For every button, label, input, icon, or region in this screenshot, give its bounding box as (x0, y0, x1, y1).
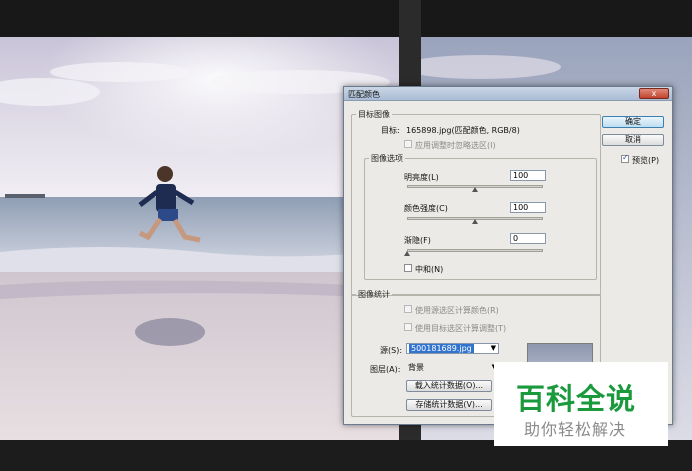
cancel-button[interactable]: 取消 (602, 134, 664, 146)
neutralize-label: 中和(N) (415, 265, 444, 274)
source-dropdown-value: 500181689.jpg (409, 344, 474, 353)
layer-dropdown-value: 背景 (408, 363, 424, 372)
color-intensity-slider[interactable] (407, 216, 543, 224)
use-source-selection-label: 使用源选区计算颜色(R) (415, 306, 499, 315)
fade-slider-track (407, 249, 543, 252)
fade-input[interactable]: 0 (510, 233, 546, 244)
save-statistics-button[interactable]: 存储统计数据(V)... (406, 399, 492, 411)
watermark-subtitle: 助你轻松解决 (524, 420, 627, 439)
image-statistics-legend: 图像统计 (358, 290, 390, 299)
layer-label: 图层(A): (370, 365, 401, 374)
luminance-input[interactable]: 100 (510, 170, 546, 181)
fade-slider[interactable] (404, 248, 543, 256)
layer-dropdown[interactable]: 背景 ▼ (406, 363, 499, 374)
ignore-selection-label: 应用调整时忽略选区(I) (415, 141, 496, 150)
fade-label: 渐隐(F) (404, 236, 431, 245)
ignore-selection-checkbox[interactable] (404, 140, 412, 148)
close-icon[interactable]: x (639, 88, 669, 99)
target-document-canvas[interactable] (0, 37, 399, 440)
color-intensity-slider-thumb[interactable] (472, 219, 478, 224)
target-label: 目标: (381, 126, 400, 135)
use-target-selection-checkbox[interactable] (404, 323, 412, 331)
watermark-title: 百科全说 (516, 382, 637, 416)
chevron-down-icon: ▼ (490, 344, 496, 352)
target-image-legend: 目标图像 (358, 110, 390, 119)
neutralize-checkbox[interactable] (404, 264, 412, 272)
use-source-selection-checkbox[interactable] (404, 305, 412, 313)
load-statistics-button[interactable]: 载入统计数据(O)... (406, 380, 492, 392)
fade-slider-thumb[interactable] (404, 251, 410, 256)
color-intensity-label: 颜色强度(C) (404, 204, 448, 213)
source-label: 源(S): (380, 346, 403, 355)
site-watermark: 百科全说 助你轻松解决 (494, 362, 668, 446)
dialog-titlebar[interactable]: 匹配颜色 x (344, 87, 672, 101)
color-intensity-input[interactable]: 100 (510, 202, 546, 213)
target-value: 165898.jpg(匹配颜色, RGB/8) (406, 126, 520, 135)
use-target-selection-label: 使用目标选区计算调整(T) (415, 324, 507, 333)
luminance-slider[interactable] (407, 184, 543, 192)
dialog-title: 匹配颜色 (348, 90, 380, 99)
luminance-label: 明亮度(L) (404, 173, 439, 182)
source-dropdown[interactable]: 500181689.jpg ▼ (406, 343, 499, 354)
workspace-top-area (0, 0, 692, 37)
ok-button[interactable]: 确定 (602, 116, 664, 128)
preview-checkbox[interactable] (621, 153, 629, 163)
preview-label: 预览(P) (632, 156, 660, 165)
luminance-slider-thumb[interactable] (472, 187, 478, 192)
image-options-legend: 图像选项 (371, 154, 403, 163)
beach-photo (0, 37, 399, 440)
